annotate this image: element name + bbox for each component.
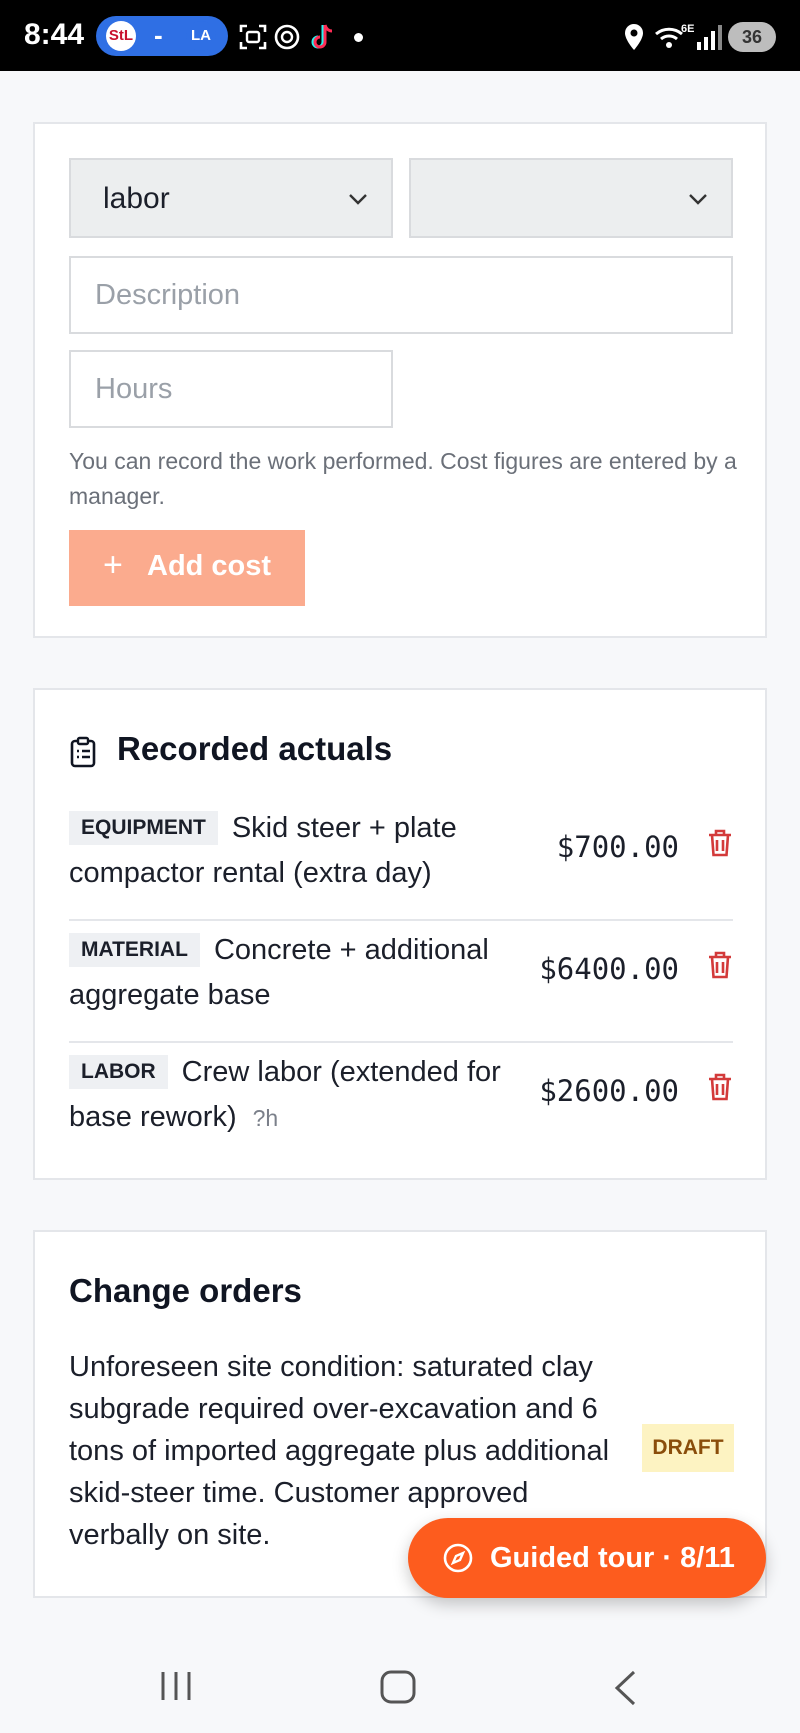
trash-icon[interactable]	[707, 828, 733, 858]
description-input[interactable]	[69, 256, 733, 334]
category-tag: MATERIAL	[69, 933, 200, 967]
tiktok-icon	[311, 24, 333, 49]
location-icon	[625, 24, 643, 50]
notification-dot	[354, 33, 363, 42]
secondary-select[interactable]	[409, 158, 733, 238]
status-badge: DRAFT	[642, 1424, 734, 1472]
wifi-6e-icon: 6E	[655, 23, 694, 48]
add-cost-label: Add cost	[147, 550, 272, 582]
recorded-actuals-card: Recorded actuals EQUIPMENT Skid steer + p…	[33, 688, 767, 1180]
hours-input[interactable]	[69, 350, 393, 428]
dodgers-logo-icon: LA	[186, 21, 216, 51]
actual-amount: $700.00	[556, 830, 679, 864]
actual-description: LABOR Crew labor (extended for base rewor…	[69, 1050, 509, 1141]
actual-row: MATERIAL Concrete + additional aggregate …	[69, 922, 733, 1043]
actual-description: EQUIPMENT Skid steer + plate compactor re…	[69, 806, 509, 896]
section-title: Recorded actuals	[117, 730, 393, 767]
clock: 8:44	[24, 18, 85, 51]
category-tag: EQUIPMENT	[69, 811, 218, 845]
cardinals-logo-icon: StL	[106, 21, 136, 51]
help-text: You can record the work performed. Cost …	[69, 448, 737, 509]
clipboard-list-icon	[70, 736, 96, 768]
back-icon[interactable]	[612, 1670, 638, 1706]
system-nav-bar	[0, 1632, 800, 1733]
hours-value: ?h	[252, 1105, 279, 1131]
cost-type-value: labor	[103, 182, 170, 215]
home-icon[interactable]	[380, 1670, 416, 1704]
actual-description: MATERIAL Concrete + additional aggregate …	[69, 928, 509, 1018]
signal-icon	[697, 25, 722, 50]
pill-dash: -	[154, 20, 163, 50]
actual-row: EQUIPMENT Skid steer + plate compactor re…	[69, 800, 733, 921]
chatgpt-icon	[274, 24, 300, 50]
category-tag: LABOR	[69, 1055, 168, 1089]
plus-icon: +	[103, 546, 123, 584]
guided-tour-label: Guided tour · 8/11	[490, 1542, 735, 1574]
battery-indicator: 36	[728, 22, 776, 52]
actual-amount: $2600.00	[539, 1074, 679, 1108]
actual-row: LABOR Crew labor (extended for base rewor…	[69, 1044, 733, 1165]
cost-type-select[interactable]: labor	[69, 158, 393, 238]
chevron-down-icon	[349, 194, 367, 205]
trash-icon[interactable]	[707, 950, 733, 980]
status-bar: 8:44 StL - LA 6E 36	[0, 0, 800, 71]
add-cost-card: labor You can record the work performed.…	[33, 122, 767, 638]
svg-text:6E: 6E	[681, 23, 694, 35]
guided-tour-button[interactable]: Guided tour · 8/11	[408, 1518, 766, 1598]
add-cost-button[interactable]: + Add cost	[69, 530, 305, 606]
section-title: Change orders	[69, 1272, 302, 1309]
actual-amount: $6400.00	[539, 952, 679, 986]
compass-icon	[443, 1543, 473, 1573]
chevron-down-icon	[689, 194, 707, 205]
recent-apps-icon[interactable]	[158, 1670, 194, 1702]
trash-icon[interactable]	[707, 1072, 733, 1102]
screenshot-icon	[239, 24, 267, 50]
